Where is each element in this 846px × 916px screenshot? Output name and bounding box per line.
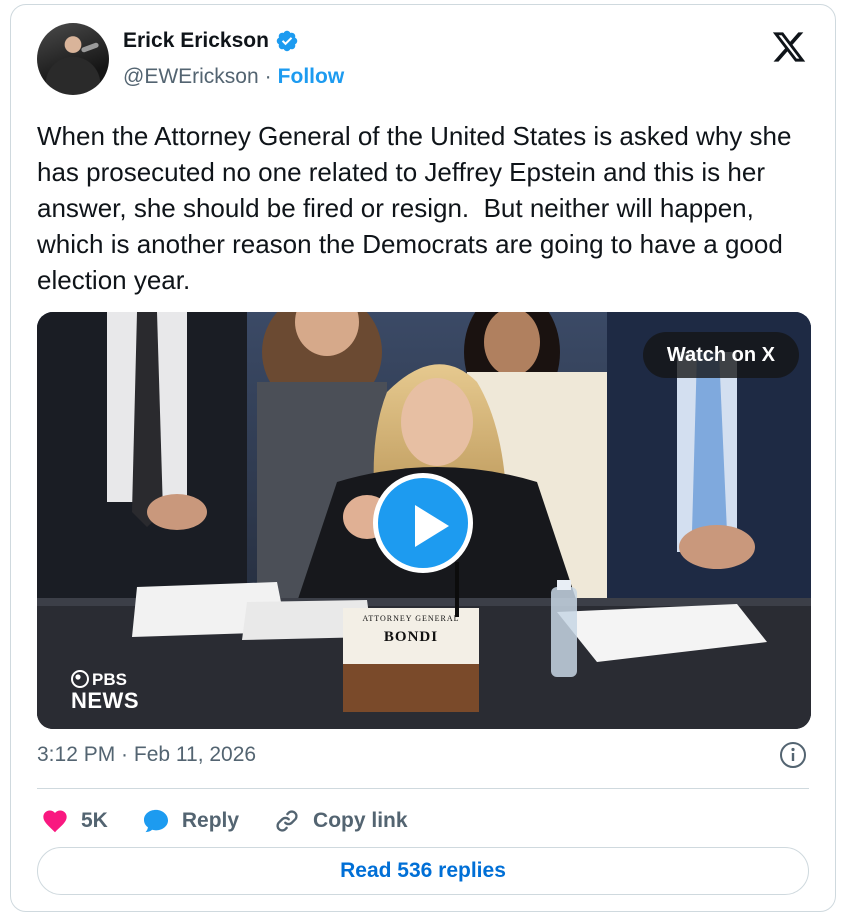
tweet-card: Erick Erickson @EWErickson · Follow When… [10, 4, 836, 912]
link-icon [276, 810, 298, 832]
like-count: 5K [81, 809, 108, 832]
copy-link-button[interactable]: Copy link [273, 807, 408, 835]
reply-label: Reply [181, 809, 240, 832]
verified-badge-icon [276, 30, 298, 52]
tweet-text: When the Attorney General of the United … [37, 121, 799, 295]
divider [37, 788, 809, 789]
pbs-logo-icon [71, 670, 89, 688]
author-handle[interactable]: @EWErickson [123, 65, 259, 89]
read-replies-button[interactable]: Read 536 replies [37, 847, 809, 895]
watermark-line2: NEWS [71, 688, 139, 713]
watch-on-x-button[interactable]: Watch on X [642, 332, 799, 378]
avatar[interactable] [37, 23, 109, 95]
x-logo-icon[interactable] [771, 29, 807, 65]
info-icon[interactable] [779, 741, 807, 769]
follow-button[interactable]: Follow [278, 65, 345, 89]
action-bar: 5K Reply Copy link [41, 801, 442, 841]
play-icon[interactable] [373, 473, 473, 573]
placard-title: ATTORNEY GENERAL [362, 614, 460, 623]
reply-bubble-icon [143, 809, 168, 833]
copy-link-label: Copy link [313, 809, 408, 832]
tweet-header: Erick Erickson @EWErickson · Follow [37, 23, 815, 103]
handle-separator: · [264, 65, 272, 88]
like-button[interactable]: 5K [41, 807, 108, 835]
watermark-line1: PBS [92, 669, 127, 689]
handle-row: @EWErickson · Follow [123, 65, 344, 89]
author-name-row: Erick Erickson [123, 29, 299, 53]
placard-name: BONDI [383, 629, 439, 645]
heart-icon [43, 810, 67, 833]
author-name[interactable]: Erick Erickson [123, 29, 269, 53]
pbs-news-watermark: PBS NEWS [71, 670, 139, 712]
reply-button[interactable]: Reply [142, 807, 239, 835]
tweet-timestamp[interactable]: 3:12 PM · Feb 11, 2026 [37, 743, 256, 767]
name-placard: ATTORNEY GENERAL BONDI [343, 614, 479, 646]
video-thumbnail[interactable]: ATTORNEY GENERAL BONDI PBS NEWS Watch on… [37, 312, 811, 729]
